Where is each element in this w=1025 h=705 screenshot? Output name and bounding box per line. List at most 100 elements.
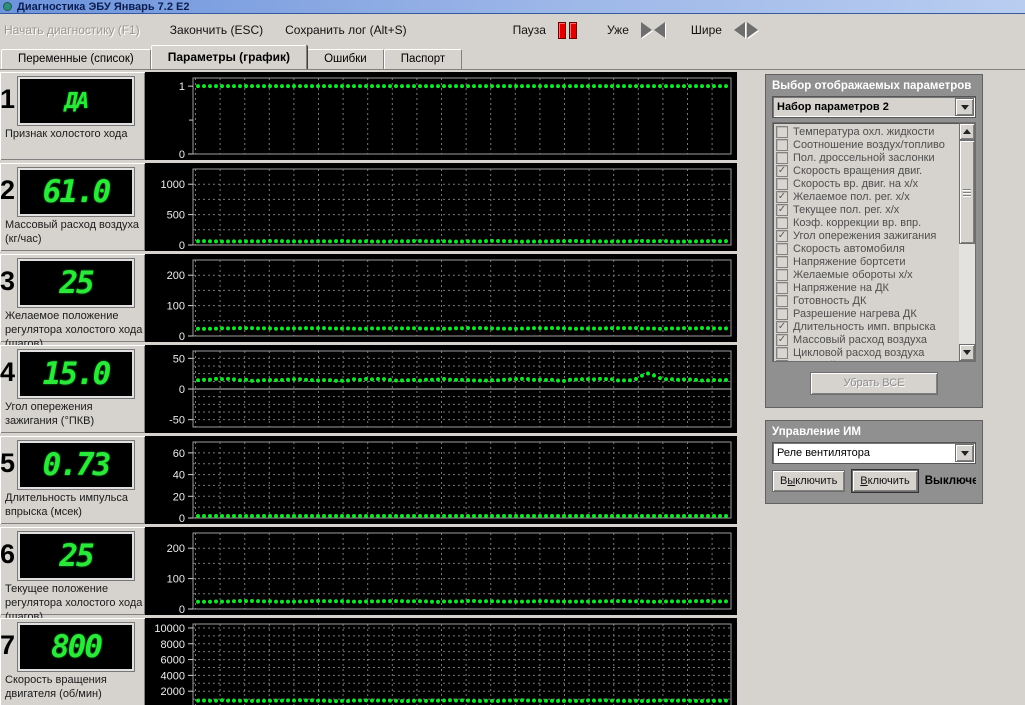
checkbox[interactable]: ✓ bbox=[776, 320, 788, 333]
lcd-display: 25 bbox=[17, 531, 135, 581]
svg-text:200: 200 bbox=[167, 543, 185, 555]
svg-text:6000: 6000 bbox=[161, 655, 185, 667]
scroll-thumb[interactable] bbox=[959, 140, 975, 244]
remove-all-button[interactable]: Убрать ВСЕ bbox=[810, 372, 938, 395]
checklist-scrollbar[interactable] bbox=[959, 123, 975, 361]
checklist-item[interactable]: ✓ Угол опережения зажигания bbox=[776, 229, 959, 242]
checkbox[interactable]: ✓ bbox=[776, 203, 788, 216]
tab-passport[interactable]: Паспорт bbox=[383, 49, 463, 69]
checkbox[interactable] bbox=[776, 281, 788, 294]
param-label: Длительность импульса впрыска (мсек) bbox=[5, 492, 129, 518]
actuator-status: Выключен bbox=[924, 475, 976, 487]
checklist-item[interactable]: ✓ Массовый расход воздуха bbox=[776, 333, 959, 346]
checkbox[interactable] bbox=[776, 138, 788, 151]
lcd-display: 800 bbox=[17, 622, 135, 672]
tab-parameters-graph[interactable]: Параметры (график) bbox=[150, 45, 308, 69]
stop-button[interactable]: Закончить (ESC) bbox=[166, 21, 267, 39]
checkbox[interactable] bbox=[776, 242, 788, 255]
preset-dropdown-button[interactable] bbox=[955, 98, 974, 116]
param-value: 25 bbox=[59, 265, 94, 301]
checklist-item[interactable]: Разрешение нагрева ДК bbox=[776, 307, 959, 320]
narrower-icon[interactable] bbox=[640, 22, 665, 38]
checkbox[interactable] bbox=[776, 177, 788, 190]
pause-icon[interactable] bbox=[557, 21, 577, 39]
pause-button[interactable]: Пауза bbox=[509, 21, 550, 39]
svg-text:1000: 1000 bbox=[161, 179, 185, 191]
checklist-item[interactable]: Скорость вр. двиг. на х/х bbox=[776, 177, 959, 190]
param-row: 7 800 Скорость вращения двигателя (об/мин) bbox=[0, 618, 145, 705]
checkbox[interactable] bbox=[776, 268, 788, 281]
checklist-item[interactable]: Пол. дроссельной заслонки bbox=[776, 151, 959, 164]
param-label: Массовый расход воздуха (кг/час) bbox=[5, 219, 139, 245]
checkbox[interactable] bbox=[776, 359, 788, 361]
svg-text:100: 100 bbox=[167, 574, 185, 586]
checkbox[interactable]: ✓ bbox=[776, 229, 788, 242]
preset-combobox[interactable]: Набор параметров 2 bbox=[772, 96, 976, 118]
checklist-item[interactable]: Напряжение бортсети bbox=[776, 255, 959, 268]
checklist-item[interactable]: ✓ Длительность имп. впрыска bbox=[776, 320, 959, 333]
graph-strip: 200 100 0 bbox=[145, 527, 737, 616]
scroll-up-button[interactable] bbox=[959, 123, 975, 140]
checklist-item[interactable]: Температура охл. жидкости bbox=[776, 125, 959, 138]
app-icon bbox=[3, 2, 12, 11]
checkbox[interactable]: ✓ bbox=[776, 333, 788, 346]
checklist-item[interactable]: ✓ Скорость вращения двиг. bbox=[776, 164, 959, 177]
turn-on-button[interactable]: Включить bbox=[851, 469, 919, 493]
actuator-buttons: Выключить Включить Выключен bbox=[772, 469, 976, 493]
param-row: 2 61.0 Массовый расход воздуха (кг/час) bbox=[0, 163, 145, 251]
tab-errors[interactable]: Ошибки bbox=[307, 49, 384, 69]
tab-variables-list[interactable]: Переменные (список) bbox=[1, 49, 151, 69]
param-index: 2 bbox=[0, 175, 15, 205]
checklist-item[interactable]: Желаемые обороты х/х bbox=[776, 268, 959, 281]
checklist-item[interactable]: Часовой расход топлива bbox=[776, 359, 959, 361]
parameter-select-panel: Выбор отображаемых параметров Набор пара… bbox=[765, 74, 983, 408]
checklist-item-label: Скорость вр. двиг. на х/х bbox=[793, 177, 919, 190]
checkbox[interactable] bbox=[776, 216, 788, 229]
checklist-item-label: Длительность имп. впрыска bbox=[793, 320, 936, 333]
graph-strip: 10000 8000 6000 4000 2000 bbox=[145, 618, 737, 705]
checklist-item[interactable]: ✓ Желаемое пол. рег. х/х bbox=[776, 190, 959, 203]
checkbox[interactable] bbox=[776, 346, 788, 359]
checkbox[interactable] bbox=[776, 294, 788, 307]
checklist-item-label: Температура охл. жидкости bbox=[793, 125, 935, 138]
svg-text:100: 100 bbox=[167, 301, 185, 313]
checkbox[interactable]: ✓ bbox=[776, 164, 788, 177]
checkbox[interactable] bbox=[776, 307, 788, 320]
checklist-item[interactable]: Напряжение на ДК bbox=[776, 281, 959, 294]
wider-button[interactable]: Шире bbox=[687, 21, 726, 39]
scrollbar-track[interactable] bbox=[959, 140, 975, 344]
checkbox[interactable] bbox=[776, 151, 788, 164]
checkbox[interactable] bbox=[776, 255, 788, 268]
param-row: 5 0.73 Длительность импульса впрыска (мсек… bbox=[0, 436, 145, 524]
graph-strip: 10 bbox=[145, 72, 737, 161]
scroll-down-button[interactable] bbox=[959, 344, 975, 361]
graph-strip: 200 100 0 bbox=[145, 254, 737, 343]
narrower-button[interactable]: Уже bbox=[603, 21, 633, 39]
checklist-item[interactable]: Скорость автомобиля bbox=[776, 242, 959, 255]
svg-text:50: 50 bbox=[173, 353, 185, 365]
checklist-item[interactable]: Цикловой расход воздуха bbox=[776, 346, 959, 359]
svg-text:500: 500 bbox=[167, 210, 185, 222]
svg-text:0: 0 bbox=[179, 149, 185, 160]
param-value: 15.0 bbox=[42, 356, 112, 392]
turn-off-button[interactable]: Выключить bbox=[772, 470, 846, 492]
save-log-button[interactable]: Сохранить лог (Alt+S) bbox=[281, 21, 411, 39]
param-index: 5 bbox=[0, 448, 15, 478]
checklist-item[interactable]: Готовность ДК bbox=[776, 294, 959, 307]
param-index: 7 bbox=[0, 630, 15, 660]
checkbox[interactable]: ✓ bbox=[776, 190, 788, 203]
param-row: 6 25 Текущее положение регулятора холостог… bbox=[0, 527, 145, 623]
checklist-item[interactable]: Коэф. коррекции вр. впр. bbox=[776, 216, 959, 229]
param-row: 4 15.0 Угол опережения зажигания (°ПКВ) bbox=[0, 345, 145, 433]
lcd-display: 15.0 bbox=[17, 349, 135, 399]
checklist-item[interactable]: Соотношение воздух/топливо bbox=[776, 138, 959, 151]
checklist-item[interactable]: ✓ Текущее пол. рег. х/х bbox=[776, 203, 959, 216]
device-dropdown-button[interactable] bbox=[955, 444, 974, 462]
checklist-item-label: Массовый расход воздуха bbox=[793, 333, 927, 346]
start-diagnostics-button[interactable]: Начать диагностику (F1) bbox=[0, 21, 144, 39]
wider-icon[interactable] bbox=[733, 22, 758, 38]
checkbox[interactable] bbox=[776, 125, 788, 138]
checklist-items: Температура охл. жидкости Соотношение воз… bbox=[773, 123, 959, 361]
device-combobox[interactable]: Реле вентилятора bbox=[772, 442, 976, 464]
chevron-up-icon bbox=[963, 129, 971, 134]
